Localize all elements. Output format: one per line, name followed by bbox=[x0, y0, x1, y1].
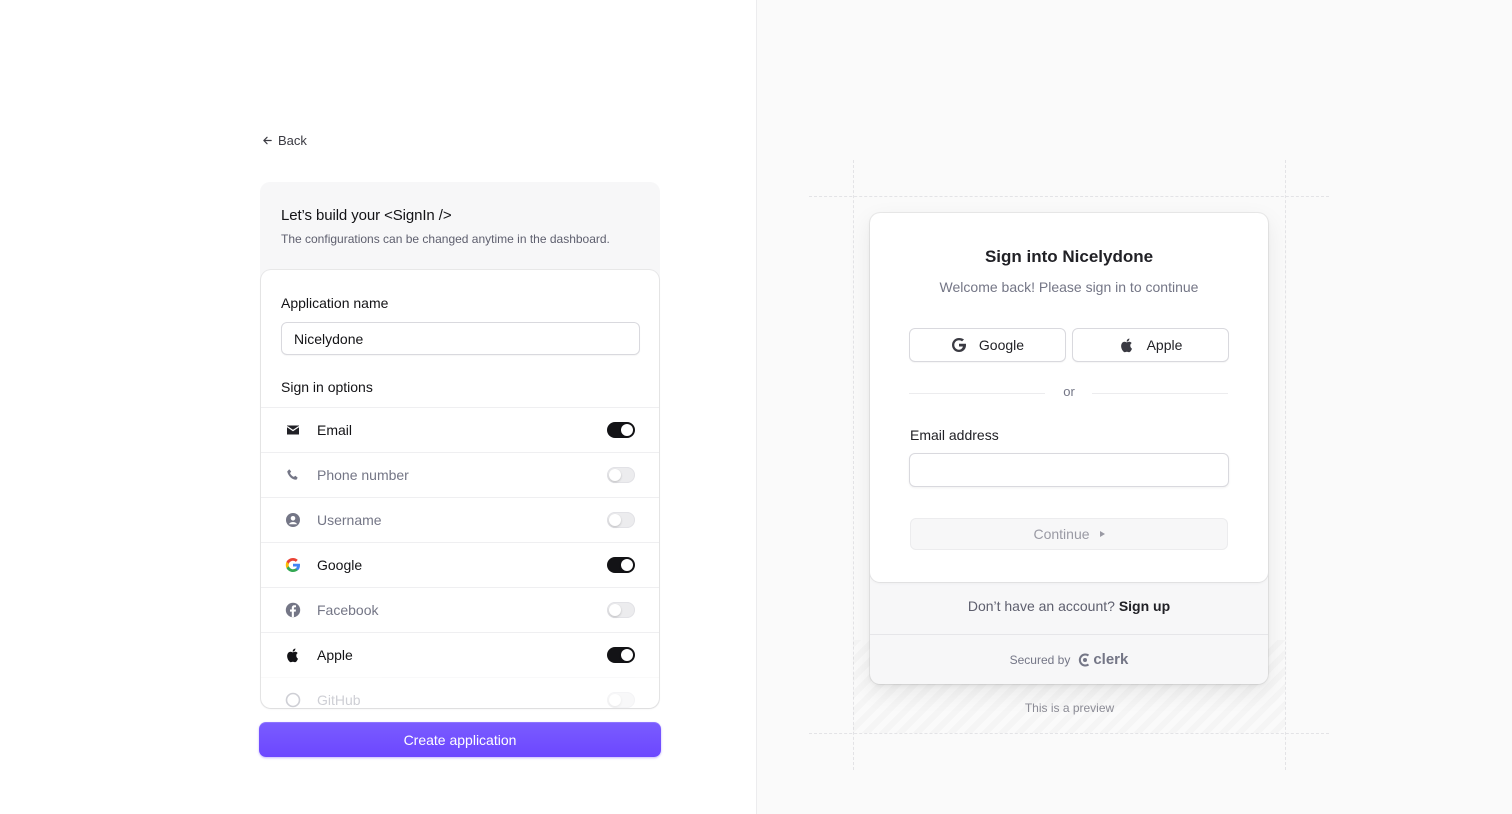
builder-header: Let’s build your <SignIn /> The configur… bbox=[260, 182, 660, 270]
sign-up-link[interactable]: Sign up bbox=[1119, 598, 1170, 614]
builder-title: Let’s build your <SignIn /> bbox=[281, 207, 452, 224]
preview-panel: Sign into Nicelydone Welcome back! Pleas… bbox=[757, 0, 1512, 814]
continue-button[interactable]: Continue bbox=[910, 518, 1228, 550]
builder-card: Let’s build your <SignIn /> The configur… bbox=[260, 182, 660, 709]
app-name-input[interactable] bbox=[281, 322, 640, 355]
facebook-icon bbox=[285, 602, 301, 618]
back-link[interactable]: Back bbox=[262, 133, 307, 148]
option-label: Facebook bbox=[317, 602, 379, 618]
secured-by-text: Secured by bbox=[1009, 652, 1071, 667]
option-label: Apple bbox=[317, 647, 353, 663]
option-apple[interactable]: Apple bbox=[261, 632, 659, 677]
google-icon bbox=[285, 557, 301, 573]
divider-text: or bbox=[1063, 384, 1075, 399]
user-circle-icon bbox=[285, 512, 301, 528]
phone-icon bbox=[285, 467, 301, 483]
google-icon bbox=[951, 338, 966, 352]
apple-sign-in-button[interactable]: Apple bbox=[1072, 328, 1229, 362]
apple-icon bbox=[1120, 338, 1132, 353]
guide-line bbox=[1285, 160, 1286, 770]
option-username[interactable]: Username bbox=[261, 497, 659, 542]
google-toggle[interactable] bbox=[607, 557, 635, 573]
email-toggle[interactable] bbox=[607, 422, 635, 438]
preview-note: This is a preview bbox=[1024, 701, 1115, 715]
facebook-toggle[interactable] bbox=[607, 602, 635, 618]
option-label: Phone number bbox=[317, 467, 409, 483]
sign-in-title: Sign into Nicelydone bbox=[984, 247, 1154, 266]
apple-icon bbox=[285, 647, 301, 663]
clerk-logo: clerk bbox=[1078, 651, 1128, 668]
arrow-left-icon bbox=[263, 136, 272, 145]
option-email[interactable]: Email bbox=[261, 407, 659, 452]
email-label: Email address bbox=[910, 427, 999, 443]
option-phone[interactable]: Phone number bbox=[261, 452, 659, 497]
sign-in-options-list: Email Phone number Username Google Faceb… bbox=[261, 407, 659, 708]
google-sign-in-button[interactable]: Google bbox=[909, 328, 1066, 362]
apple-toggle[interactable] bbox=[607, 647, 635, 663]
guide-line bbox=[809, 733, 1329, 734]
email-input[interactable] bbox=[909, 453, 1229, 487]
builder-panel: Back Let’s build your <SignIn /> The con… bbox=[0, 0, 757, 814]
create-application-button[interactable]: Create application bbox=[259, 722, 661, 757]
option-github[interactable]: GitHub bbox=[261, 677, 659, 708]
option-label: Username bbox=[317, 512, 382, 528]
continue-label: Continue bbox=[1033, 526, 1090, 542]
phone-toggle[interactable] bbox=[607, 467, 635, 483]
option-label: Email bbox=[317, 422, 353, 438]
option-label: Google bbox=[317, 557, 363, 573]
option-google[interactable]: Google bbox=[261, 542, 659, 587]
builder-form: Application name Sign in options Email P… bbox=[261, 270, 659, 708]
sign-in-options-label: Sign in options bbox=[281, 379, 373, 395]
option-label: GitHub bbox=[317, 692, 361, 708]
footer-divider bbox=[870, 634, 1268, 635]
sign-up-prompt: Don’t have an account? Sign up bbox=[870, 598, 1268, 614]
github-icon bbox=[285, 692, 301, 708]
back-label: Back bbox=[278, 133, 307, 148]
username-toggle[interactable] bbox=[607, 512, 635, 528]
clerk-wordmark: clerk bbox=[1093, 651, 1129, 668]
sign-in-preview: Sign into Nicelydone Welcome back! Pleas… bbox=[870, 213, 1268, 684]
clerk-icon bbox=[1079, 653, 1090, 666]
secured-by: Secured by clerk bbox=[870, 651, 1268, 668]
github-toggle[interactable] bbox=[607, 692, 635, 708]
google-button-label: Google bbox=[978, 337, 1025, 353]
app-name-label: Application name bbox=[281, 295, 389, 311]
no-account-text: Don’t have an account? bbox=[967, 598, 1115, 614]
apple-button-label: Apple bbox=[1146, 337, 1183, 353]
caret-right-icon bbox=[1099, 531, 1105, 537]
guide-line bbox=[809, 196, 1329, 197]
builder-subtitle: The configurations can be changed anytim… bbox=[281, 232, 610, 246]
option-facebook[interactable]: Facebook bbox=[261, 587, 659, 632]
sign-in-subtitle: Welcome back! Please sign in to continue bbox=[939, 279, 1199, 295]
sign-in-card: Sign into Nicelydone Welcome back! Pleas… bbox=[870, 213, 1268, 582]
mail-icon bbox=[285, 422, 301, 438]
